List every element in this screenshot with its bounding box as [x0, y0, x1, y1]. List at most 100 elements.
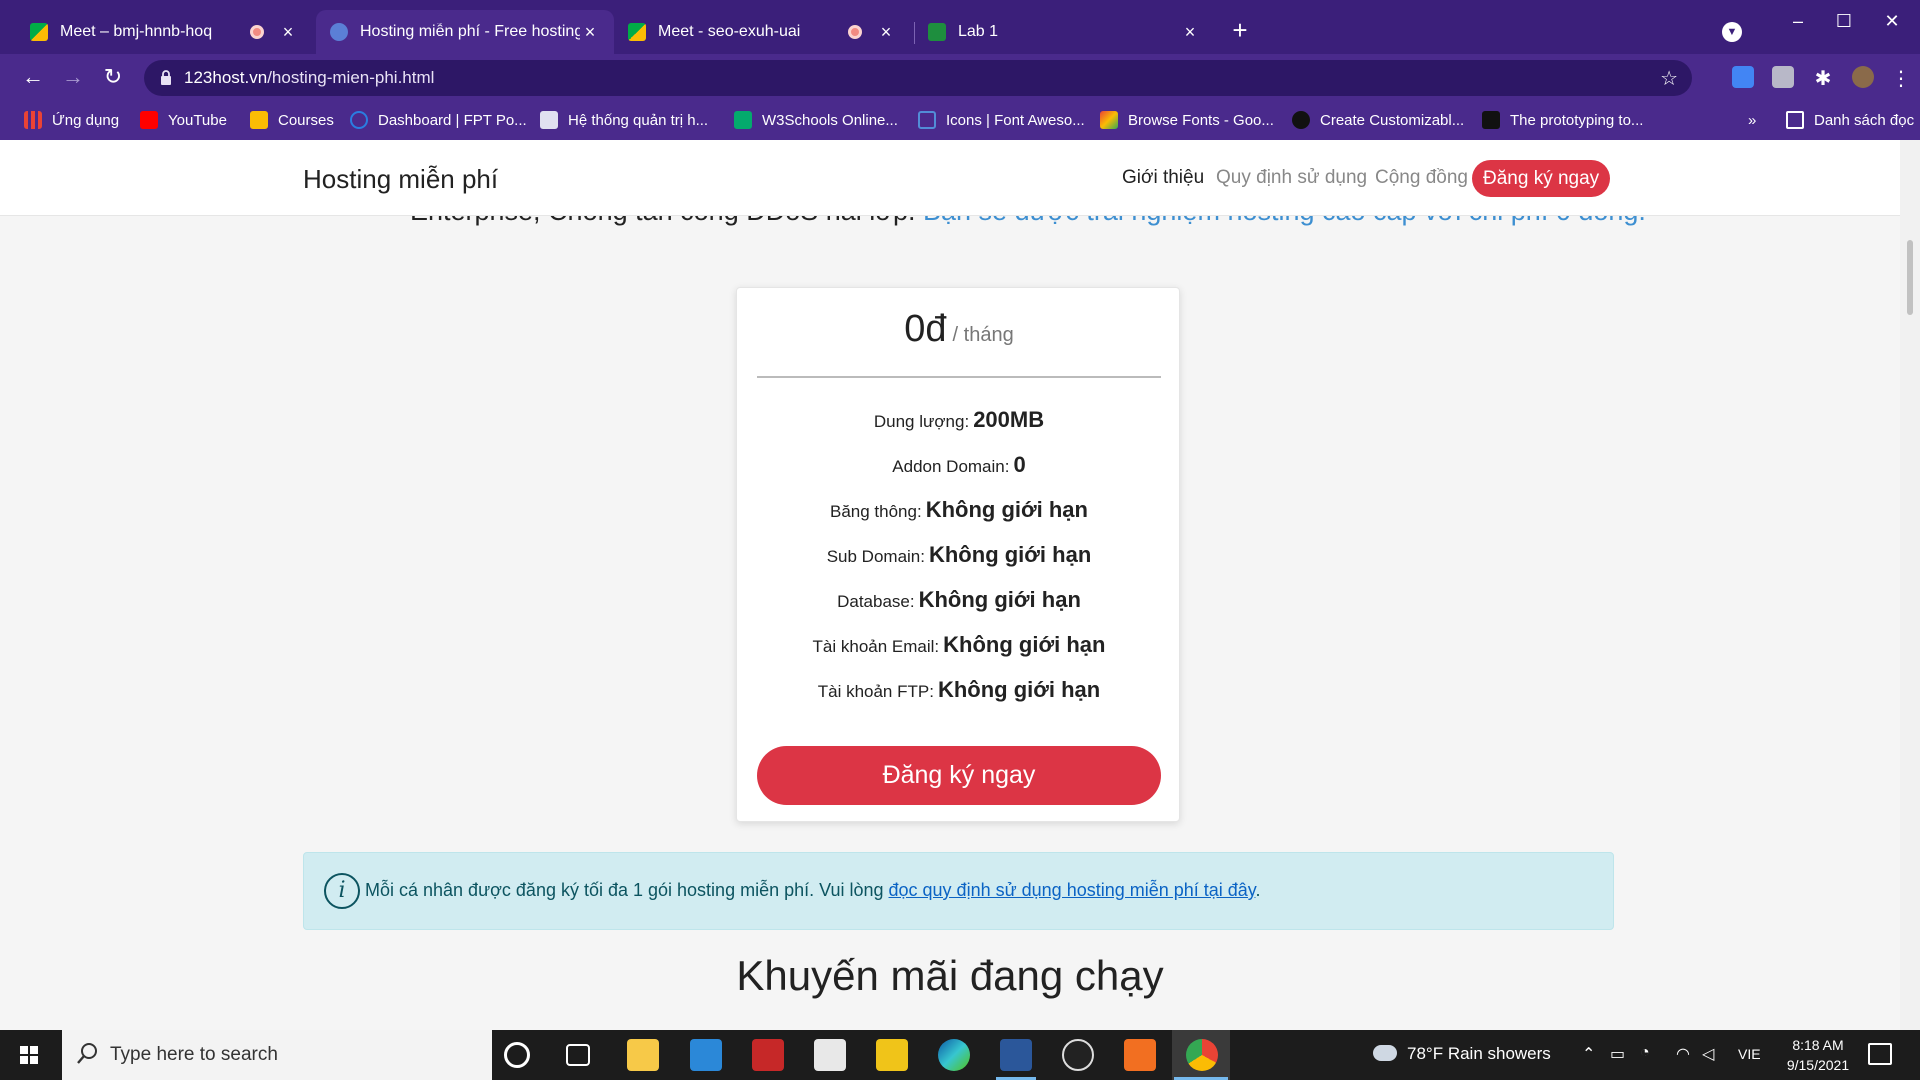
volume-icon[interactable]: ◁ — [1702, 1044, 1714, 1064]
tab-strip: Meet – bmj-hnnb-hoq × Hosting miễn phí -… — [0, 0, 1920, 54]
app-icon[interactable] — [876, 1039, 908, 1071]
bookmark-label: The prototyping to... — [1510, 111, 1644, 129]
page-content: Enterprise, Chống tấn công DDoS hai lớp.… — [0, 140, 1900, 1030]
feature-value: Không giới hạn — [918, 587, 1081, 612]
feature-value: 200MB — [973, 407, 1045, 432]
bookmark-label: Create Customizabl... — [1320, 111, 1465, 129]
bookmarks-overflow-button[interactable]: » — [1748, 108, 1756, 132]
bookmark-framer[interactable]: The prototyping to... — [1482, 108, 1643, 132]
bookmark-font-awesome[interactable]: Icons | Font Aweso... — [918, 108, 1085, 132]
browser-menu-icon[interactable]: ⋮ — [1890, 66, 1912, 90]
site-brand[interactable]: Hosting miễn phí — [303, 164, 498, 195]
task-view-icon[interactable] — [566, 1044, 590, 1066]
back-button[interactable]: ← — [18, 62, 48, 92]
word-icon[interactable] — [1000, 1039, 1032, 1071]
close-tab-icon[interactable]: × — [580, 22, 600, 43]
garena-icon[interactable] — [752, 1039, 784, 1071]
tab-title: Meet - seo-exuh-uai — [658, 23, 801, 40]
feature-row: Sub Domain: Không giới hạn — [737, 542, 1181, 568]
nav-link-quy-dinh[interactable]: Quy định sử dụng — [1216, 167, 1367, 189]
feature-row: Tài khoản Email: Không giới hạn — [737, 632, 1181, 658]
bookmark-courses[interactable]: Courses — [250, 108, 334, 132]
maximize-window-button[interactable]: ☐ — [1824, 8, 1864, 34]
microsoft-store-icon[interactable] — [814, 1039, 846, 1071]
puzzle-extensions-icon[interactable]: ✱ — [1812, 66, 1834, 90]
info-alert-text: Mỗi cá nhân được đăng ký tối đa 1 gói ho… — [365, 880, 1260, 901]
font-awesome-icon — [918, 111, 936, 129]
lock-icon[interactable] — [160, 70, 172, 85]
xampp-icon[interactable] — [1124, 1039, 1156, 1071]
tab-meet-2[interactable]: Meet - seo-exuh-uai × — [614, 10, 910, 54]
bookmark-create-customizable[interactable]: Create Customizabl... — [1292, 108, 1464, 132]
bookmark-fpt-dashboard[interactable]: Dashboard | FPT Po... — [350, 108, 527, 132]
tray-overflow-icon[interactable]: ⌃ — [1582, 1044, 1595, 1064]
nav-link-gioi-thieu[interactable]: Giới thiệu — [1122, 167, 1204, 189]
feature-value: Không giới hạn — [925, 497, 1088, 522]
taskbar-search-box[interactable]: Type here to search — [62, 1030, 492, 1080]
url-text[interactable]: 123host.vn/hosting-mien-phi.html — [184, 68, 434, 88]
price-row: 0đ / tháng — [737, 308, 1181, 351]
bookmark-star-icon[interactable]: ☆ — [1660, 66, 1678, 91]
cortana-icon[interactable] — [504, 1042, 530, 1068]
recording-indicator-icon — [848, 25, 862, 39]
minimize-window-button[interactable]: – — [1778, 8, 1818, 34]
feature-row: Database: Không giới hạn — [737, 587, 1181, 613]
close-tab-icon[interactable]: × — [278, 22, 298, 43]
windows-taskbar: Type here to search 78°F Rain showers ⌃ … — [0, 1030, 1920, 1080]
close-tab-icon[interactable]: × — [1180, 22, 1200, 43]
input-language-indicator[interactable]: VIE — [1738, 1046, 1761, 1062]
tab-meet-1[interactable]: Meet – bmj-hnnb-hoq × — [16, 10, 312, 54]
tab-hosting[interactable]: Hosting miễn phí - Free hosting × — [316, 10, 614, 54]
bookmark-apps[interactable]: Ứng dụng — [24, 108, 119, 132]
google-classroom-icon — [928, 23, 946, 41]
w3schools-icon — [734, 111, 752, 129]
system-icon — [540, 111, 558, 129]
edge-icon[interactable] — [938, 1039, 970, 1071]
bookmark-w3schools[interactable]: W3Schools Online... — [734, 108, 898, 132]
bookmark-youtube[interactable]: YouTube — [140, 108, 227, 132]
price-value: 0đ — [904, 308, 947, 350]
plan-register-button[interactable]: Đăng ký ngay — [757, 746, 1161, 805]
bookmark-label: Icons | Font Aweso... — [946, 111, 1085, 129]
google-translate-icon[interactable] — [1732, 66, 1754, 88]
bookmark-google-fonts[interactable]: Browse Fonts - Goo... — [1100, 108, 1274, 132]
mail-icon[interactable] — [690, 1039, 722, 1071]
feature-row: Addon Domain: 0 — [737, 452, 1181, 478]
notice-text: Mỗi cá nhân được đăng ký tối đa 1 gói ho… — [365, 880, 889, 900]
taskbar-search-placeholder: Type here to search — [110, 1044, 278, 1065]
extension-icon[interactable] — [1772, 66, 1794, 88]
overflow-chevron-icon: » — [1748, 111, 1757, 129]
close-window-button[interactable]: ✕ — [1872, 8, 1912, 34]
reading-list-button[interactable]: Danh sách đọc — [1786, 108, 1914, 132]
tab-search-icon[interactable]: ▼ — [1722, 22, 1742, 42]
feature-label: Addon Domain: — [892, 457, 1010, 476]
wifi-icon[interactable]: ◠ — [1676, 1044, 1690, 1064]
nav-link-cong-dong[interactable]: Cộng đồng — [1375, 167, 1468, 189]
tab-lab-1[interactable]: Lab 1 × — [914, 10, 1214, 54]
bookmark-label: YouTube — [168, 111, 227, 129]
notification-center-icon[interactable] — [1868, 1043, 1892, 1065]
forward-button[interactable]: → — [58, 62, 88, 92]
scrollbar-thumb[interactable] — [1907, 240, 1913, 315]
address-bar[interactable]: 123host.vn/hosting-mien-phi.html ☆ — [144, 60, 1692, 96]
info-alert: i Mỗi cá nhân được đăng ký tối đa 1 gói … — [303, 852, 1614, 930]
terms-link[interactable]: đọc quy định sử dụng hosting miễn phí tạ… — [889, 880, 1256, 900]
reload-button[interactable]: ↻ — [98, 62, 128, 92]
reading-list-icon — [1786, 111, 1804, 129]
feature-label: Database: — [837, 592, 915, 611]
windows-start-icon[interactable] — [0, 1030, 58, 1080]
feature-label: Dung lượng: — [873, 412, 970, 431]
new-tab-button[interactable]: + — [1226, 16, 1254, 44]
taskbar-clock[interactable]: 8:18 AM 9/15/2021 — [1770, 1035, 1866, 1075]
battery-icon[interactable]: ▭ — [1610, 1044, 1625, 1064]
game-icon[interactable] — [1062, 1039, 1094, 1071]
chrome-icon[interactable] — [1186, 1039, 1218, 1071]
avatar[interactable] — [1852, 66, 1874, 88]
file-explorer-icon[interactable] — [627, 1039, 659, 1071]
network-icon[interactable]: ◔ — [1640, 1044, 1650, 1062]
page-scrollbar[interactable] — [1900, 140, 1920, 1030]
bookmark-admin-system[interactable]: Hệ thống quản trị h... — [540, 108, 708, 132]
close-tab-icon[interactable]: × — [876, 22, 896, 43]
weather-widget[interactable]: 78°F Rain showers — [1373, 1044, 1551, 1064]
nav-register-button[interactable]: Đăng ký ngay — [1472, 160, 1611, 197]
